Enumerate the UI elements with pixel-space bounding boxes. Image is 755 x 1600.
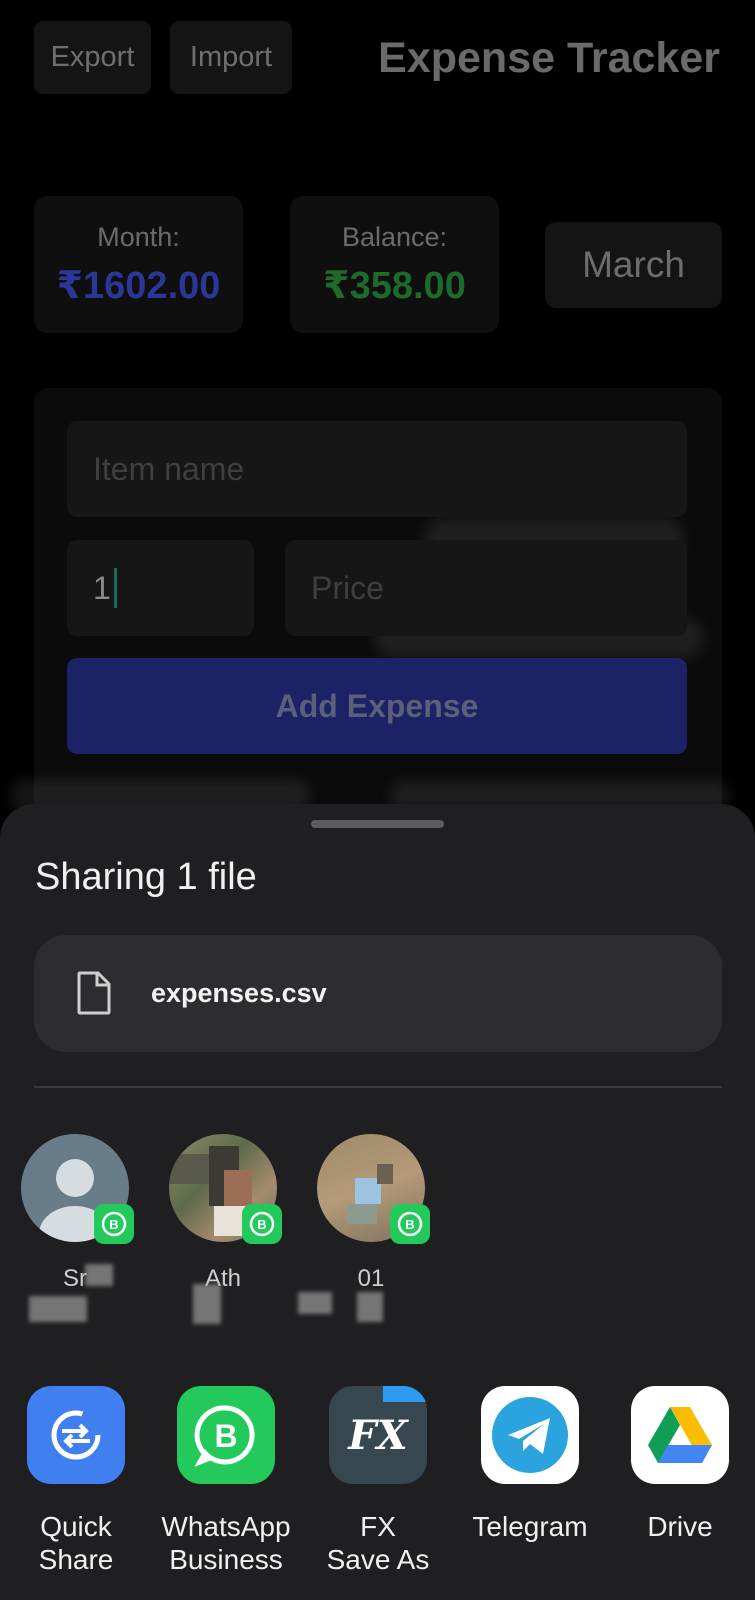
page-title: Expense Tracker xyxy=(378,34,720,82)
month-select[interactable]: March xyxy=(545,222,722,308)
fx-icon: FX xyxy=(329,1386,427,1484)
contact-name: 01 xyxy=(357,1265,385,1292)
divider xyxy=(34,1086,722,1088)
expense-form: Item name 1 Price Add Expense xyxy=(34,388,722,828)
share-target-telegram[interactable]: Telegram xyxy=(465,1386,595,1543)
contact-name: Ath xyxy=(204,1265,242,1292)
app-label: Quick Share xyxy=(38,1511,114,1575)
quantity-input[interactable]: 1 xyxy=(67,540,254,636)
share-target-fx[interactable]: FX FX Save As xyxy=(313,1386,443,1576)
price-input[interactable]: Price xyxy=(285,540,687,636)
app-label: Drive xyxy=(647,1511,713,1542)
quantity-value: 1 xyxy=(93,569,111,606)
share-target-quick-share[interactable]: Quick Share xyxy=(11,1386,141,1576)
file-preview-card: expenses.csv xyxy=(34,935,722,1052)
app-label: WhatsApp Business xyxy=(161,1511,291,1575)
contact-name: Sr xyxy=(63,1265,87,1292)
expense-tracker-app: Export Import Expense Tracker Month: ₹16… xyxy=(0,0,755,828)
whatsapp-business-badge-icon: B xyxy=(94,1204,134,1244)
app-label: Telegram xyxy=(472,1511,588,1542)
import-button[interactable]: Import xyxy=(170,21,292,94)
month-total-card: Month: ₹1602.00 xyxy=(34,196,243,333)
svg-text:B: B xyxy=(405,1217,414,1232)
whatsapp-business-icon: B xyxy=(177,1386,275,1484)
whatsapp-business-badge-icon: B xyxy=(242,1204,282,1244)
quick-share-icon xyxy=(27,1386,125,1484)
share-sheet: Sharing 1 file expenses.csv B Sr B Ath B… xyxy=(0,804,755,1600)
redacted-text xyxy=(85,1264,113,1286)
balance-card: Balance: ₹358.00 xyxy=(290,196,499,333)
file-icon xyxy=(77,971,111,1015)
add-expense-button[interactable]: Add Expense xyxy=(67,658,687,754)
share-sheet-title: Sharing 1 file xyxy=(35,856,257,898)
redacted-text xyxy=(298,1292,332,1314)
text-caret xyxy=(113,568,117,608)
balance-label: Balance: xyxy=(341,222,448,252)
month-label: Month: xyxy=(97,222,180,252)
google-drive-icon xyxy=(631,1386,729,1484)
whatsapp-business-badge-icon: B xyxy=(390,1204,430,1244)
telegram-icon xyxy=(481,1386,579,1484)
redacted-text xyxy=(357,1292,383,1322)
redacted-text xyxy=(193,1284,221,1324)
redacted-text xyxy=(29,1296,87,1322)
share-target-drive[interactable]: Drive xyxy=(615,1386,745,1543)
item-name-input[interactable]: Item name xyxy=(67,421,687,517)
balance-value: ₹358.00 xyxy=(323,265,466,307)
drag-handle[interactable] xyxy=(311,820,444,828)
svg-text:B: B xyxy=(109,1217,118,1232)
file-name: expenses.csv xyxy=(151,978,327,1008)
export-button[interactable]: Export xyxy=(34,21,151,94)
month-total-value: ₹1602.00 xyxy=(56,265,221,307)
svg-text:B: B xyxy=(257,1217,266,1232)
svg-text:B: B xyxy=(214,1418,237,1454)
app-label: FX Save As xyxy=(326,1511,430,1575)
share-target-whatsapp-business[interactable]: B WhatsApp Business xyxy=(161,1386,291,1576)
